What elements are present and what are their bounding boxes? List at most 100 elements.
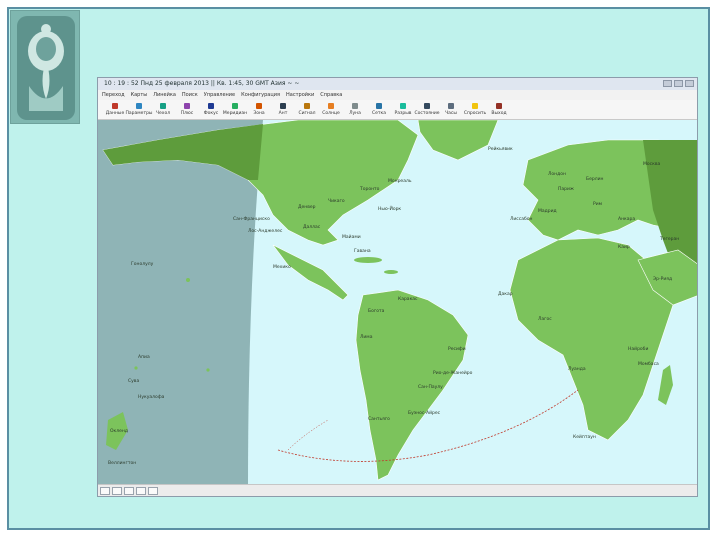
status-bar	[98, 484, 697, 496]
menu-item[interactable]: Линейка	[153, 90, 176, 100]
toolbar-button[interactable]: Спросить	[464, 100, 486, 119]
map-label: Веллингтон	[108, 460, 136, 466]
world-map[interactable]: Сан-Франциско Лос-Анджелес Гонолулу Сува…	[98, 120, 698, 485]
toolbar-button[interactable]: Сетка	[368, 100, 390, 119]
toolbar-button[interactable]: Параметры	[125, 100, 153, 119]
toolbar-button[interactable]: Состояние	[414, 100, 440, 119]
map-label: Сан-Паулу	[418, 384, 443, 390]
status-cell[interactable]	[124, 486, 134, 495]
map-label: Рейкьявик	[488, 145, 513, 152]
toolbar-button[interactable]: Данные	[104, 100, 126, 119]
menu-item[interactable]: Управление	[204, 90, 235, 100]
map-label: Лос-Анджелес	[248, 228, 283, 234]
map-label: Лондон	[548, 171, 566, 177]
menu-item[interactable]: Карты	[131, 90, 148, 100]
toolbar-button-label: Сетка	[371, 111, 386, 116]
compass-icon	[160, 103, 166, 109]
map-label: Гавана	[354, 248, 371, 254]
close-button[interactable]	[685, 80, 694, 87]
sun-icon	[328, 103, 334, 109]
map-label: Тегеран	[659, 236, 679, 242]
map-label: Сува	[128, 378, 139, 384]
toolbar-button[interactable]: Часы	[440, 100, 462, 119]
menu-item[interactable]: Поиск	[182, 90, 198, 100]
toolbar-button-label: Меридиан	[222, 111, 248, 116]
toolbar-button[interactable]: Разрыв	[392, 100, 414, 119]
map-label: Мадрид	[538, 208, 557, 214]
map-label: Монреаль	[388, 178, 412, 184]
toolbar: Данные Параметры Чехол Плюс Фокус Меридиан Зон…	[98, 100, 697, 120]
menu-item[interactable]: Переход	[102, 90, 125, 100]
toolbar-button[interactable]: Выход	[488, 100, 510, 119]
toolbar-button[interactable]: Ант	[272, 100, 294, 119]
map-label: Кейптаун	[573, 433, 596, 440]
toolbar-button-label: Часы	[445, 111, 457, 116]
map-label: Лиссабон	[510, 216, 533, 222]
toolbar-button[interactable]: Луна	[344, 100, 366, 119]
toolbar-button-label: Выход	[491, 111, 507, 116]
window-titlebar[interactable]: 10 : 19 : 52 Пнд 25 февраля 2013 || Кв. …	[98, 78, 697, 90]
map-label: Майами	[342, 233, 361, 240]
status-cell[interactable]	[136, 486, 146, 495]
map-label: Нью-Йорк	[378, 205, 401, 212]
caribbean-islands	[354, 257, 382, 263]
map-label: Богота	[368, 308, 385, 314]
status-cell[interactable]	[148, 486, 158, 495]
toolbar-button[interactable]: Меридиан	[222, 100, 248, 119]
toolbar-button-label: Сигнал	[298, 111, 316, 116]
bell-icon	[304, 103, 310, 109]
toolbar-button-label: Плюс	[180, 111, 194, 116]
pacific-island	[134, 366, 138, 370]
grid-icon	[376, 103, 382, 109]
map-label: Дакар	[498, 291, 513, 297]
zone-icon	[256, 103, 262, 109]
map-label: Рим	[593, 201, 602, 207]
toolbar-button-label: Параметры	[125, 111, 153, 116]
exit-icon	[496, 103, 502, 109]
map-label: Каир	[618, 244, 630, 250]
maximize-button[interactable]	[674, 80, 683, 87]
menu-item[interactable]: Настройки	[286, 90, 314, 100]
application-window[interactable]: 10 : 19 : 52 Пнд 25 февраля 2013 || Кв. …	[97, 77, 698, 497]
chart-icon	[424, 103, 430, 109]
map-label: Апиа	[138, 354, 150, 360]
flag-icon	[400, 103, 406, 109]
map-label: Мехико	[273, 264, 291, 270]
map-label: Денвер	[298, 204, 316, 210]
toolbar-button[interactable]: Плюс	[176, 100, 198, 119]
globe-icon	[232, 103, 238, 109]
toolbar-button-label: Чехол	[155, 111, 171, 116]
status-cell[interactable]	[112, 486, 122, 495]
toolbar-button-label: Данные	[105, 111, 125, 116]
menu-bar: Переход Карты Линейка Поиск Управление К…	[98, 90, 697, 100]
toolbar-button[interactable]: Сигнал	[296, 100, 318, 119]
clock2-icon	[448, 103, 454, 109]
window-controls	[663, 80, 694, 87]
map-label: Гонолулу	[131, 261, 154, 267]
map-label: Даллас	[303, 224, 321, 230]
plus-icon	[184, 103, 190, 109]
map-label: Париж	[558, 186, 574, 192]
square-icon	[208, 103, 214, 109]
toolbar-button[interactable]: Чехол	[152, 100, 174, 119]
caribbean-islands	[384, 270, 398, 274]
toolbar-button[interactable]: Солнце	[320, 100, 342, 119]
toolbar-button[interactable]: Зона	[248, 100, 270, 119]
moon-icon	[352, 103, 358, 109]
map-label: Луанда	[568, 366, 586, 372]
ganesha-emblem-icon	[17, 16, 75, 120]
map-label: Найроби	[628, 345, 648, 352]
hawaii	[186, 278, 190, 282]
map-label: Эр-Рияд	[653, 276, 672, 282]
toolbar-button-label: Солнце	[322, 111, 340, 116]
toolbar-button-label: Зона	[253, 111, 265, 116]
clock-icon	[136, 103, 142, 109]
status-cell[interactable]	[100, 486, 110, 495]
map-label: Момбаса	[638, 361, 659, 367]
menu-item[interactable]: Конфигурация	[241, 90, 280, 100]
menu-item[interactable]: Справка	[320, 90, 342, 100]
map-label: Москва	[643, 161, 660, 167]
minimize-button[interactable]	[663, 80, 672, 87]
toolbar-button[interactable]: Фокус	[200, 100, 222, 119]
warning-icon	[472, 103, 478, 109]
